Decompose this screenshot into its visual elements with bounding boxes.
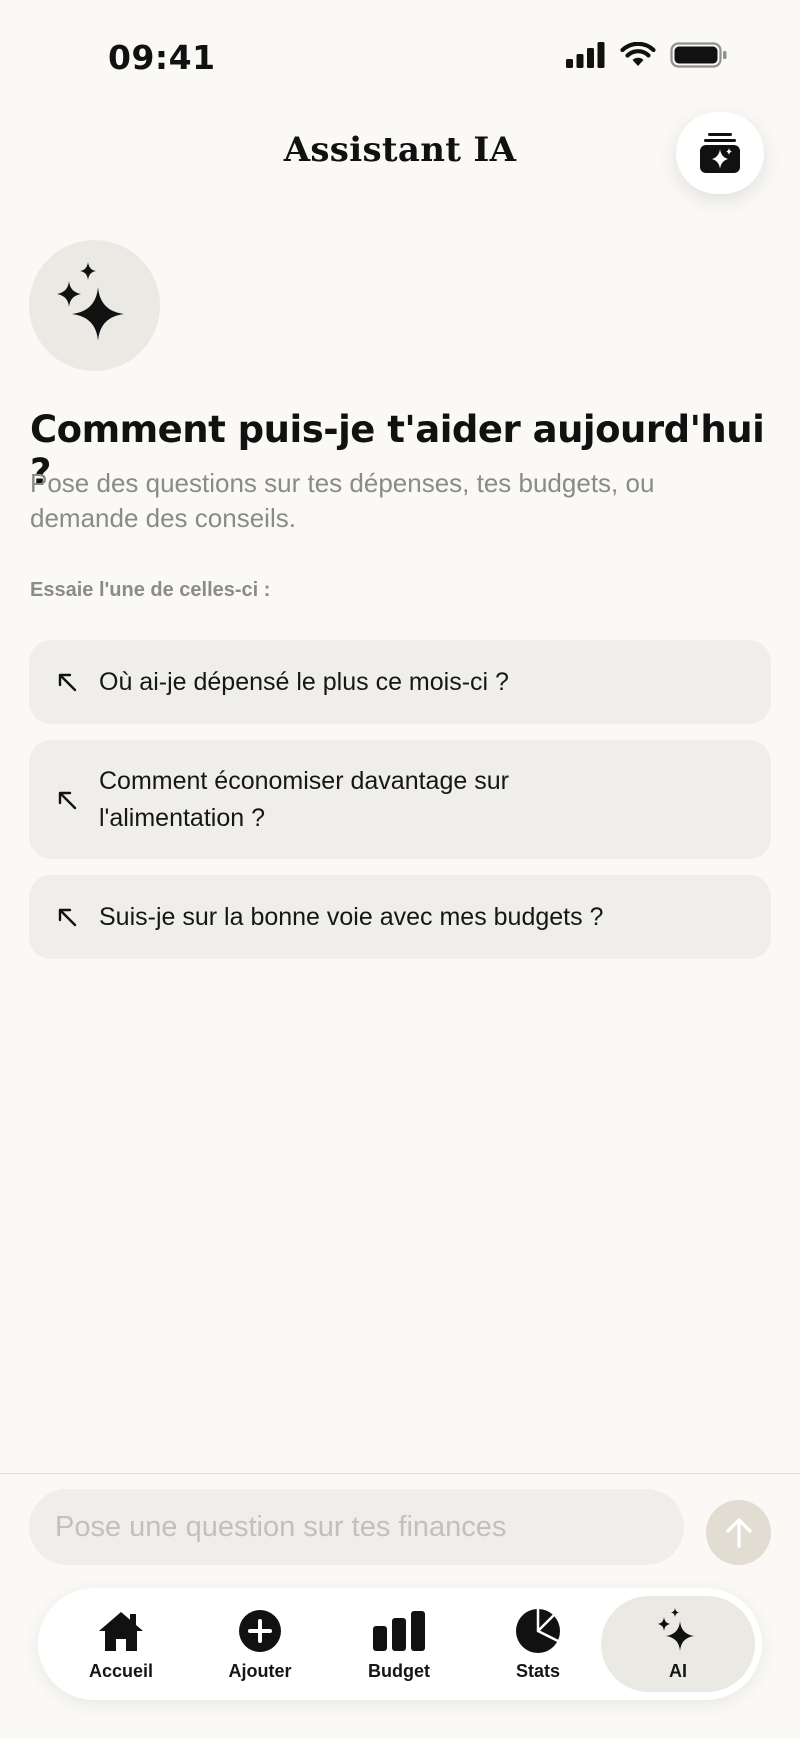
tab-ajouter[interactable]: Ajouter <box>190 1588 330 1700</box>
composer-divider <box>0 1473 800 1474</box>
sparkles-icon <box>56 261 124 341</box>
chat-input[interactable] <box>29 1489 684 1565</box>
tab-label: AI <box>669 1660 687 1681</box>
tab-bar: Accueil Ajouter Budget Stats AI <box>38 1588 762 1700</box>
tab-label: Accueil <box>88 1660 154 1681</box>
battery-icon <box>670 42 727 68</box>
tab-label: Stats <box>515 1660 560 1681</box>
status-time: 09:41 <box>108 38 216 77</box>
pie-chart-icon <box>516 1607 560 1653</box>
tab-ai[interactable]: AI <box>601 1596 755 1692</box>
tab-budget[interactable]: Budget <box>329 1588 469 1700</box>
arrow-up-left-icon <box>58 791 77 809</box>
signal-icon <box>566 42 605 68</box>
chat-history-icon <box>700 133 740 173</box>
bar-chart-icon <box>373 1610 425 1651</box>
suggestion-chip[interactable]: Comment économiser davantage sur l'alime… <box>29 740 771 859</box>
suggestions-label: Essaie l'une de celles-ci : <box>30 579 271 601</box>
suggestion-text: Où ai-je dépensé le plus ce mois-ci ? <box>99 667 509 696</box>
arrow-up-left-icon <box>58 673 77 692</box>
header: Assistant IA <box>0 110 800 200</box>
arrow-up-left-icon <box>58 908 77 927</box>
tab-label: Ajouter <box>228 1660 292 1681</box>
send-button[interactable] <box>706 1500 771 1565</box>
arrow-up-icon <box>725 1517 752 1548</box>
tab-label: Budget <box>368 1660 430 1681</box>
status-icons <box>566 42 728 68</box>
tab-stats[interactable]: Stats <box>468 1588 608 1700</box>
suggestion-text: Comment économiser davantage sur l'alime… <box>99 766 509 832</box>
chat-history-button[interactable] <box>676 112 764 194</box>
add-circle-icon <box>239 1609 281 1652</box>
assistant-avatar <box>29 240 160 371</box>
status-bar: 09:41 <box>0 0 800 110</box>
tab-accueil[interactable]: Accueil <box>51 1588 191 1700</box>
suggestion-text: Suis-je sur la bonne voie avec mes budge… <box>99 902 604 931</box>
suggestion-chip[interactable]: Où ai-je dépensé le plus ce mois-ci ? <box>29 640 771 724</box>
suggestion-chip[interactable]: Suis-je sur la bonne voie avec mes budge… <box>29 875 771 959</box>
sparkles-icon <box>658 1607 694 1651</box>
home-icon <box>99 1611 143 1651</box>
welcome-subtitle: Pose des questions sur tes dépenses, tes… <box>30 468 655 533</box>
wifi-icon <box>620 42 656 66</box>
suggestions-list: Où ai-je dépensé le plus ce mois-ci ? Co… <box>29 640 771 975</box>
